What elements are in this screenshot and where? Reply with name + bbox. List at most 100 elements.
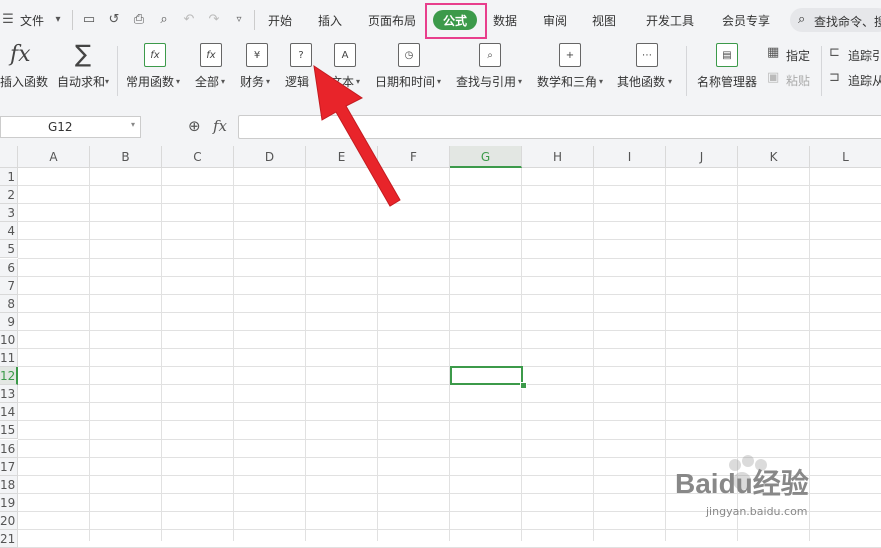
print-preview-icon[interactable]: ⌕ xyxy=(156,11,172,27)
grid-line xyxy=(593,168,594,541)
redo-icon[interactable]: ↷ xyxy=(206,11,222,27)
row-header[interactable]: 21 xyxy=(0,530,18,548)
select-all-corner[interactable] xyxy=(0,146,18,168)
save-icon[interactable]: ▭ xyxy=(81,11,97,27)
row-header[interactable]: 12 xyxy=(0,367,18,386)
column-header[interactable]: J xyxy=(666,146,738,168)
row-header[interactable]: 13 xyxy=(0,385,18,404)
hamburger-icon[interactable]: ☰ xyxy=(0,11,16,27)
autosum-icon[interactable]: ∑ xyxy=(75,40,91,68)
tab-member[interactable]: 会员专享 xyxy=(722,12,770,29)
row-header[interactable]: 7 xyxy=(0,276,18,295)
tab-page-layout[interactable]: 页面布局 xyxy=(368,12,416,29)
chevron-down-icon[interactable]: ▾ xyxy=(105,77,109,86)
name-manager-button[interactable]: 名称管理器 xyxy=(697,73,757,90)
insert-function-button[interactable]: 插入函数 xyxy=(0,73,48,90)
finance-icon[interactable]: ¥ xyxy=(246,43,268,67)
lookup-reference-button[interactable]: 查找与引用 xyxy=(456,73,516,90)
selected-cell[interactable] xyxy=(450,366,523,385)
row-header[interactable]: 3 xyxy=(0,204,18,223)
specify-button[interactable]: 指定 xyxy=(786,47,810,64)
chevron-down-icon[interactable]: ▾ xyxy=(668,77,672,86)
row-header[interactable]: 5 xyxy=(0,240,18,259)
column-header[interactable]: K xyxy=(738,146,810,168)
lookup-icon[interactable]: ⌕ xyxy=(479,43,501,67)
tab-data[interactable]: 数据 xyxy=(493,12,517,29)
column-header[interactable]: H xyxy=(522,146,594,168)
chevron-down-icon[interactable]: ▾ xyxy=(221,77,225,86)
paste-button[interactable]: 粘贴 xyxy=(786,72,810,89)
tab-developer[interactable]: 开发工具 xyxy=(646,12,694,29)
grid-line xyxy=(18,529,881,530)
column-header[interactable]: I xyxy=(594,146,666,168)
column-header[interactable]: C xyxy=(162,146,234,168)
tab-review[interactable]: 审阅 xyxy=(543,12,567,29)
column-header[interactable]: B xyxy=(90,146,162,168)
column-header[interactable]: A xyxy=(18,146,90,168)
grid-line xyxy=(305,168,306,541)
chevron-down-icon[interactable]: ▾ xyxy=(50,11,66,27)
chevron-down-icon[interactable]: ▾ xyxy=(266,77,270,86)
print-icon[interactable]: ⎙ xyxy=(131,11,147,27)
common-functions-icon[interactable]: fx xyxy=(144,43,166,67)
zoom-icon[interactable]: ⊕ xyxy=(188,117,201,135)
customize-dropdown-icon[interactable]: ▿ xyxy=(231,11,247,27)
row-header[interactable]: 14 xyxy=(0,403,18,422)
chevron-down-icon[interactable]: ▾ xyxy=(131,120,135,129)
tab-start[interactable]: 开始 xyxy=(268,12,292,29)
column-header[interactable]: L xyxy=(810,146,881,168)
row-header[interactable]: 4 xyxy=(0,222,18,241)
column-header[interactable]: D xyxy=(234,146,306,168)
trace-dependents-icon[interactable]: ⊐ xyxy=(829,70,840,85)
row-header[interactable]: 6 xyxy=(0,258,18,277)
format-painter-icon[interactable]: ↺ xyxy=(106,11,122,27)
autosum-button[interactable]: 自动求和 xyxy=(57,73,105,90)
row-header[interactable]: 11 xyxy=(0,349,18,368)
grid-line xyxy=(521,168,522,541)
fx-icon[interactable]: fx xyxy=(213,117,227,135)
search-placeholder: 查找命令、搜 xyxy=(814,15,881,29)
file-menu[interactable]: 文件 xyxy=(20,12,44,29)
grid-line xyxy=(18,329,881,331)
tab-insert[interactable]: 插入 xyxy=(318,12,342,29)
row-header[interactable]: 2 xyxy=(0,186,18,205)
chevron-down-icon[interactable]: ▾ xyxy=(437,77,441,86)
undo-icon[interactable]: ↶ xyxy=(181,11,197,27)
row-header[interactable]: 9 xyxy=(0,312,18,331)
math-icon[interactable]: + xyxy=(559,43,581,67)
grid-line xyxy=(665,168,666,541)
insert-function-icon[interactable]: fx xyxy=(10,42,31,67)
row-header[interactable]: 17 xyxy=(0,457,18,476)
trace-dependents-button[interactable]: 追踪从 xyxy=(848,72,881,89)
math-trig-button[interactable]: 数学和三角 xyxy=(537,73,597,90)
divider xyxy=(72,10,73,30)
all-functions-button[interactable]: 全部 xyxy=(195,73,219,90)
row-header[interactable]: 8 xyxy=(0,294,18,313)
row-header[interactable]: 10 xyxy=(0,330,18,349)
row-header[interactable]: 16 xyxy=(0,439,18,458)
row-header[interactable]: 19 xyxy=(0,493,18,512)
trace-precedents-button[interactable]: 追踪引 xyxy=(848,47,881,64)
row-header[interactable]: 20 xyxy=(0,511,18,530)
trace-precedents-icon[interactable]: ⊏ xyxy=(829,45,840,60)
common-functions-button[interactable]: 常用函数 xyxy=(126,73,174,90)
row-header[interactable]: 18 xyxy=(0,475,18,494)
chevron-down-icon[interactable]: ▾ xyxy=(518,77,522,86)
more-functions-icon[interactable]: ⋯ xyxy=(636,43,658,67)
highlight-box xyxy=(425,3,487,39)
row-header[interactable]: 1 xyxy=(0,168,18,187)
chevron-down-icon[interactable]: ▾ xyxy=(599,77,603,86)
grid-line xyxy=(18,438,881,440)
column-header[interactable]: G xyxy=(450,146,522,168)
grid-line xyxy=(18,348,881,349)
chevron-down-icon[interactable]: ▾ xyxy=(176,77,180,86)
row-header[interactable]: 15 xyxy=(0,421,18,440)
specify-icon[interactable]: ▦ xyxy=(767,45,779,60)
finance-button[interactable]: 财务 xyxy=(240,73,264,90)
more-functions-button[interactable]: 其他函数 xyxy=(617,73,665,90)
fill-handle[interactable] xyxy=(520,382,527,389)
all-functions-icon[interactable]: fx xyxy=(200,43,222,67)
paste-icon[interactable]: ▣ xyxy=(767,70,779,85)
tab-view[interactable]: 视图 xyxy=(592,12,616,29)
name-manager-icon[interactable]: ▤ xyxy=(716,43,738,67)
